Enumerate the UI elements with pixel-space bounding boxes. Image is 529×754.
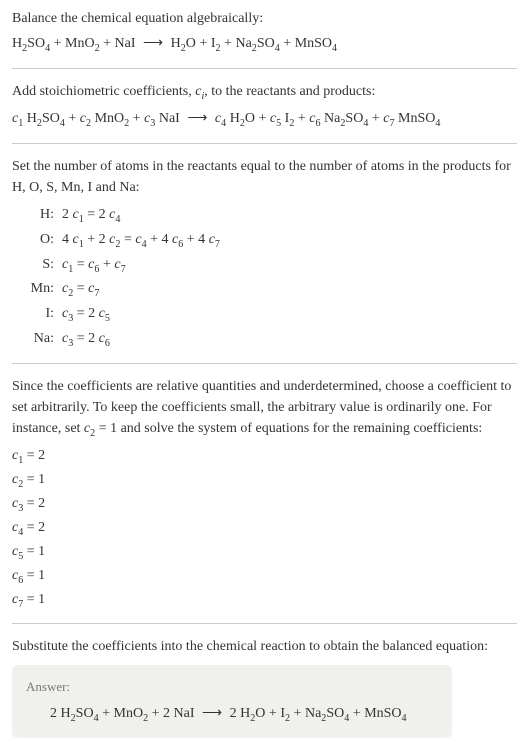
divider: [12, 143, 517, 144]
substitute-text: Substitute the coefficients into the che…: [12, 636, 517, 657]
atom-balance-text: Set the number of atoms in the reactants…: [12, 156, 517, 198]
intro-text: Balance the chemical equation algebraica…: [12, 8, 517, 29]
coeff-intro-text: Add stoichiometric coefficients, ci, to …: [12, 81, 517, 104]
coeff-c3: c3 = 2: [12, 493, 517, 516]
atom-row-i: I: c3 = 2 c5: [22, 303, 517, 326]
coeff-c2: c2 = 1: [12, 469, 517, 492]
atom-row-h: H: 2 c1 = 2 c4: [22, 204, 517, 227]
atom-row-mn: Mn: c2 = c7: [22, 278, 517, 301]
atom-row-o: O: 4 c1 + 2 c2 = c4 + 4 c6 + 4 c7: [22, 229, 517, 252]
reaction-arrow-icon: ⟶: [143, 33, 163, 54]
coeff-c1: c1 = 2: [12, 445, 517, 468]
atom-row-s: S: c1 = c6 + c7: [22, 254, 517, 277]
section-substitute: Substitute the coefficients into the che…: [12, 636, 517, 737]
solve-text: Since the coefficients are relative quan…: [12, 376, 517, 441]
reaction-arrow-icon: ⟶: [187, 108, 207, 129]
atom-equations-table: H: 2 c1 = 2 c4 O: 4 c1 + 2 c2 = c4 + 4 c…: [22, 204, 517, 351]
coeff-c5: c5 = 1: [12, 541, 517, 564]
section-balance-intro: Balance the chemical equation algebraica…: [12, 8, 517, 56]
coeff-c7: c7 = 1: [12, 589, 517, 612]
balanced-equation: 2 H2SO4 + MnO2 + 2 NaI ⟶ 2 H2O + I2 + Na…: [26, 703, 438, 726]
divider: [12, 623, 517, 624]
coefficient-equation: c1 H2SO4 + c2 MnO2 + c3 NaI ⟶ c4 H2O + c…: [12, 108, 517, 131]
divider: [12, 363, 517, 364]
atom-row-na: Na: c3 = 2 c6: [22, 328, 517, 351]
answer-label: Answer:: [26, 677, 438, 697]
unbalanced-equation: H2SO4 + MnO2 + NaI ⟶ H2O + I2 + Na2SO4 +…: [12, 33, 517, 56]
coeff-c6: c6 = 1: [12, 565, 517, 588]
section-solve-coefficients: Since the coefficients are relative quan…: [12, 376, 517, 611]
coeff-c4: c4 = 2: [12, 517, 517, 540]
coefficient-list: c1 = 2 c2 = 1 c3 = 2 c4 = 2 c5 = 1 c6 = …: [12, 445, 517, 611]
section-add-coefficients: Add stoichiometric coefficients, ci, to …: [12, 81, 517, 131]
section-atom-balance: Set the number of atoms in the reactants…: [12, 156, 517, 351]
divider: [12, 68, 517, 69]
reaction-arrow-icon: ⟶: [202, 703, 222, 724]
